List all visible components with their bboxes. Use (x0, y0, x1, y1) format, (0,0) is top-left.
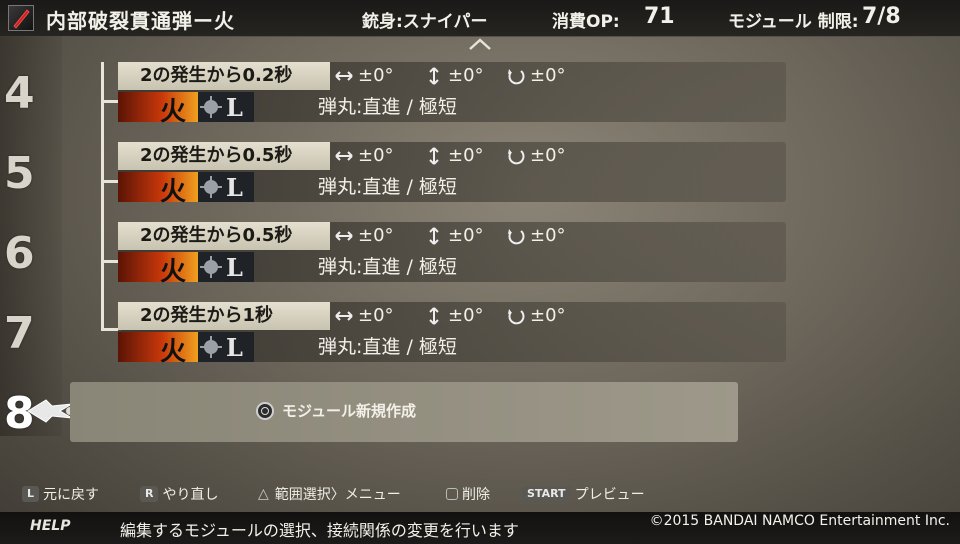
rotation-angle: ±0° (506, 224, 566, 248)
row-number: 7 (4, 308, 35, 359)
module-description: 弾丸:直進 / 極短 (318, 96, 457, 118)
bullet-icon (8, 5, 34, 31)
square-button-icon (446, 488, 458, 500)
rotation-angle: ±0° (506, 304, 566, 328)
trigger-label: 2の発生から1秒 (118, 302, 330, 330)
vertical-arrow-icon (429, 67, 439, 85)
redo-button[interactable]: R やり直し (140, 484, 218, 504)
row-number: 6 (4, 228, 35, 279)
vertical-angle: ±0° (424, 224, 484, 248)
rotation-icon (508, 309, 525, 325)
selection-cursor-icon (27, 399, 74, 423)
module-limit-label: モジュール 制限: (728, 12, 859, 32)
new-module-button[interactable]: モジュール新規作成 (256, 400, 416, 421)
rotation-angle: ±0° (506, 64, 566, 88)
range-badge: L (198, 92, 254, 122)
help-label: HELP (30, 518, 71, 534)
bullet-title: 内部破裂貫通弾ー火 (46, 9, 235, 33)
vertical-arrow-icon (429, 227, 439, 245)
preview-button[interactable]: START プレビュー (522, 484, 645, 504)
module-row[interactable]: 2の発生から0.2秒 ±0° ±0° ±0° 火 L 弾丸:直進 / 極短 (118, 62, 786, 127)
range-badge: L (198, 332, 254, 362)
rotation-angle: ±0° (506, 144, 566, 168)
copyright-notice: ©2015 BANDAI NAMCO Entertainment Inc. (649, 513, 950, 529)
range-badge: L (198, 252, 254, 282)
module-description: 弾丸:直進 / 極短 (318, 336, 457, 358)
gun-type: 銃身:スナイパー (362, 12, 488, 32)
header-bar: 内部破裂貫通弾ー火 銃身:スナイパー 消費OP: 71 モジュール 制限: 7/… (0, 0, 960, 37)
help-text: 編集するモジュールの選択、接続関係の変更を行います (120, 521, 519, 540)
module-row[interactable]: 2の発生から0.5秒 ±0° ±0° ±0° 火 L 弾丸:直進 / 極短 (118, 142, 786, 207)
vertical-arrow-icon (429, 307, 439, 325)
fire-element-badge: 火 (118, 172, 198, 207)
module-description: 弾丸:直進 / 極短 (318, 256, 457, 278)
circle-button-icon (256, 401, 274, 420)
module-limit-value: 7/8 (862, 4, 901, 29)
button-guide-bar: L 元に戻す R やり直し △ 範囲選択〉メニュー 削除 START プレビュー (18, 484, 918, 508)
rotation-icon (508, 229, 525, 245)
horizontal-arrow-icon (335, 71, 353, 81)
crosshair-icon (200, 256, 222, 278)
range-badge: L (198, 172, 254, 202)
horizontal-angle: ±0° (334, 224, 394, 248)
undo-button[interactable]: L 元に戻す (22, 484, 99, 504)
fire-element-badge: 火 (118, 332, 198, 367)
op-label: 消費OP: (552, 12, 620, 32)
horizontal-arrow-icon (335, 151, 353, 161)
trigger-label: 2の発生から0.2秒 (118, 62, 330, 90)
start-button-icon: START (522, 486, 571, 502)
horizontal-angle: ±0° (334, 64, 394, 88)
horizontal-angle: ±0° (334, 144, 394, 168)
vertical-angle: ±0° (424, 144, 484, 168)
op-value: 71 (644, 4, 675, 29)
range-select-menu-button[interactable]: △ 範囲選択〉メニュー (256, 484, 401, 504)
horizontal-angle: ±0° (334, 304, 394, 328)
rotation-icon (508, 69, 525, 85)
l-button-icon: L (22, 486, 40, 502)
vertical-arrow-icon (429, 147, 439, 165)
row-number: 4 (4, 68, 35, 119)
fire-element-badge: 火 (118, 252, 198, 287)
vertical-angle: ±0° (424, 64, 484, 88)
fire-element-badge: 火 (118, 92, 198, 127)
module-row[interactable]: 2の発生から1秒 ±0° ±0° ±0° 火 L 弾丸:直進 / 極短 (118, 302, 786, 367)
vertical-angle: ±0° (424, 304, 484, 328)
module-description: 弾丸:直進 / 極短 (318, 176, 457, 198)
new-module-row[interactable]: モジュール新規作成 (70, 382, 738, 442)
rotation-icon (508, 149, 525, 165)
delete-button[interactable]: 削除 (446, 484, 490, 504)
trigger-label: 2の発生から0.5秒 (118, 142, 330, 170)
r-button-icon: R (140, 486, 159, 502)
row-number: 5 (4, 148, 35, 199)
module-row[interactable]: 2の発生から0.5秒 ±0° ±0° ±0° 火 L 弾丸:直進 / 極短 (118, 222, 786, 287)
scroll-up-icon[interactable] (466, 36, 494, 52)
crosshair-icon (200, 336, 222, 358)
crosshair-icon (200, 96, 222, 118)
triangle-button-icon: △ (258, 486, 269, 502)
crosshair-icon (200, 176, 222, 198)
horizontal-arrow-icon (335, 231, 353, 241)
horizontal-arrow-icon (335, 311, 353, 321)
trigger-label: 2の発生から0.5秒 (118, 222, 330, 250)
